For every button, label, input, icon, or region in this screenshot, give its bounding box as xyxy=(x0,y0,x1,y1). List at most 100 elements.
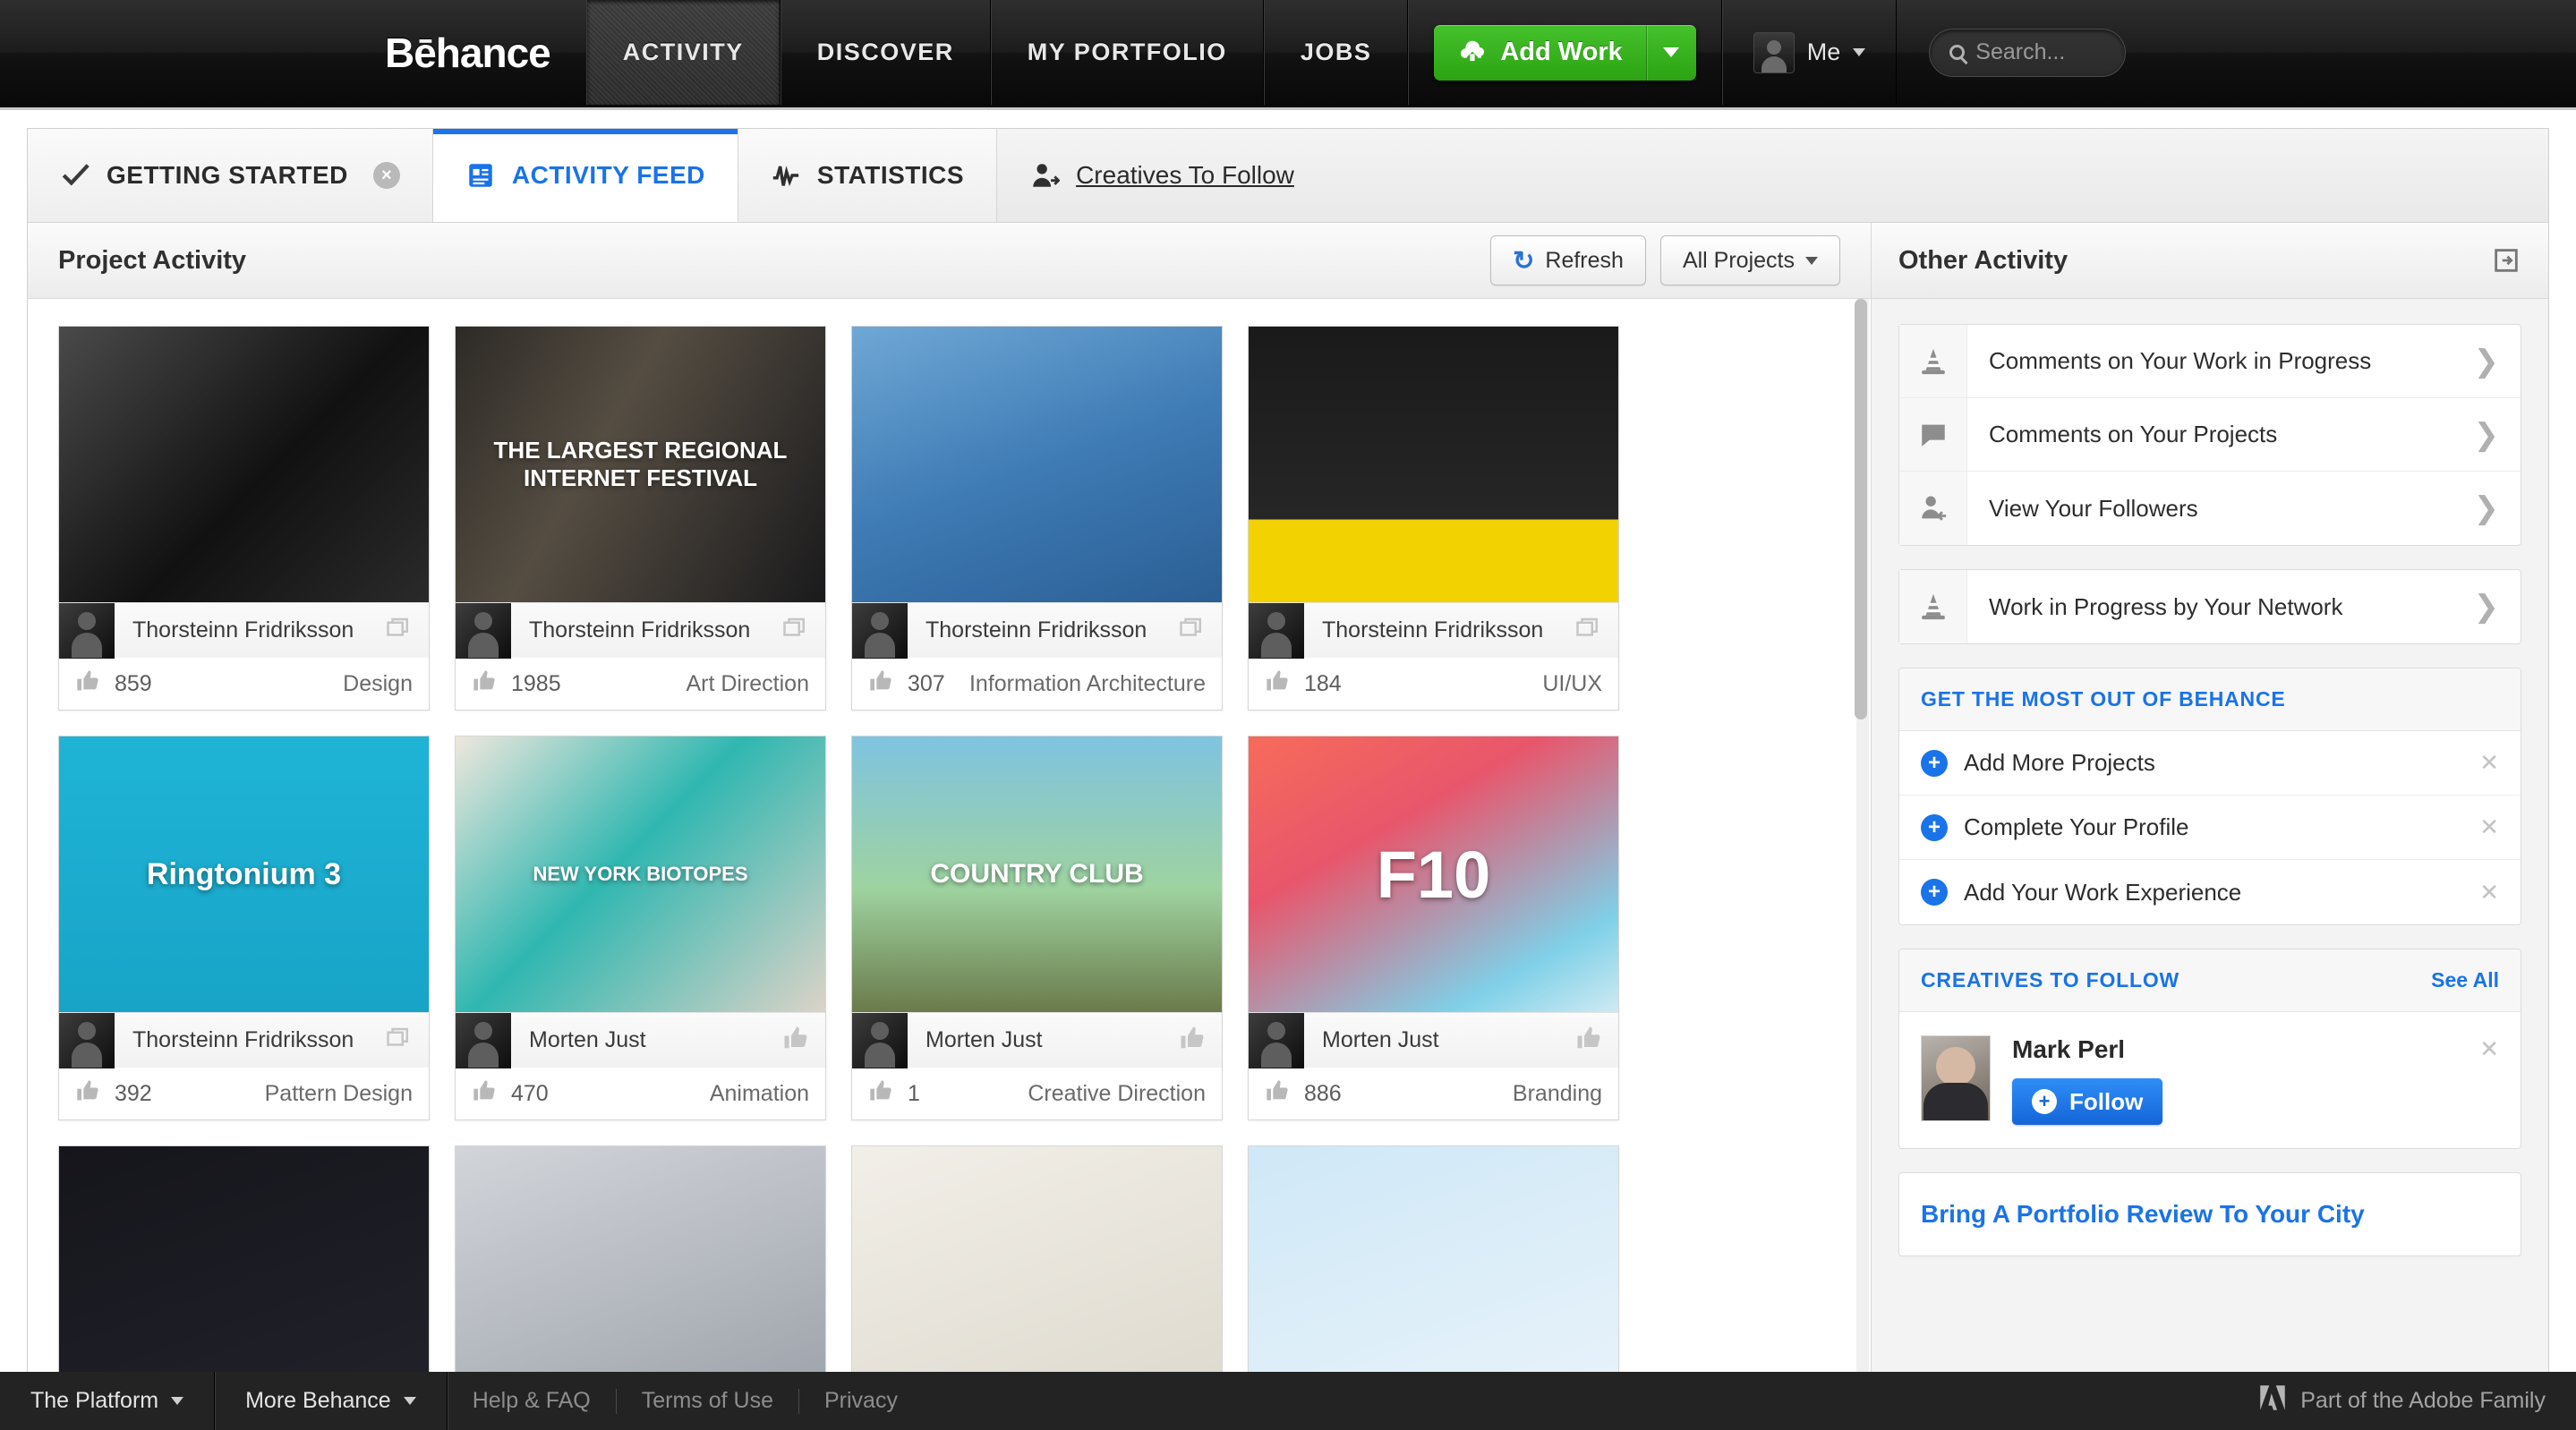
project-thumbnail[interactable]: THE LARGEST REGIONAL INTERNET FESTIVAL xyxy=(456,327,825,602)
project-card[interactable]: NEW YORK BIOTOPES Morten Just 470 Animation xyxy=(455,736,826,1120)
project-owner-row[interactable]: Thorsteinn Fridriksson xyxy=(852,602,1222,659)
project-thumbnail[interactable] xyxy=(1249,1146,1618,1372)
project-card[interactable]: Thorsteinn Fridriksson 859 Design xyxy=(58,326,430,711)
project-like-count: 307 xyxy=(908,670,945,696)
see-all-link[interactable]: See All xyxy=(2431,968,2499,992)
behance-logo[interactable]: Bēhance xyxy=(385,0,586,105)
content-area: Project Activity ↻ Refresh All Projects xyxy=(28,223,2548,1372)
nav-tab-my-portfolio[interactable]: MY PORTFOLIO xyxy=(990,0,1264,105)
get-most-item[interactable]: + Add More Projects ✕ xyxy=(1899,731,2521,796)
search-input[interactable]: Search... xyxy=(1929,28,2127,77)
other-activity-item-label: Comments on Your Work in Progress xyxy=(1989,347,2372,374)
project-thumbnail[interactable]: COUNTRY CLUB xyxy=(852,736,1222,1012)
scrollbar-track[interactable] xyxy=(1855,299,1869,1372)
close-icon[interactable]: ✕ xyxy=(2479,813,2499,841)
project-thumbnail[interactable] xyxy=(456,1146,825,1372)
project-thumbnail[interactable]: NEW YORK BIOTOPES xyxy=(456,736,825,1012)
project-thumbnail[interactable] xyxy=(852,1146,1222,1372)
project-cover-overlay: COUNTRY CLUB xyxy=(852,736,1222,1012)
project-card[interactable]: THE LARGEST REGIONAL INTERNET FESTIVAL Th… xyxy=(455,326,826,711)
all-projects-filter[interactable]: All Projects xyxy=(1659,235,1840,285)
project-card[interactable] xyxy=(455,1145,826,1372)
project-owner-row[interactable]: Thorsteinn Fridriksson xyxy=(456,602,825,659)
thumbs-up-icon xyxy=(472,1078,497,1110)
project-owner-row[interactable]: Morten Just xyxy=(1249,1012,1618,1068)
project-cover-text: NEW YORK BIOTOPES xyxy=(533,863,748,885)
close-icon[interactable]: ✕ xyxy=(2479,1035,2499,1063)
project-thumbnail[interactable]: Ringtonium 3 xyxy=(59,736,429,1012)
tab-statistics[interactable]: STATISTICS xyxy=(738,129,998,222)
nav-tab-discover[interactable]: DISCOVER xyxy=(780,0,991,105)
other-activity-column: Other Activity Comments on Your Work in … xyxy=(1872,223,2548,1372)
project-owner-row[interactable]: Thorsteinn Fridriksson xyxy=(1249,602,1618,659)
project-thumbnail[interactable]: F10 xyxy=(1249,736,1618,1012)
tab-creatives-to-follow[interactable]: Creatives To Follow xyxy=(997,129,1326,222)
thumbs-up-icon xyxy=(1265,1078,1290,1110)
avatar[interactable] xyxy=(1921,1035,1991,1121)
other-activity-item[interactable]: View Your Followers ❯ xyxy=(1899,472,2521,545)
nav-tab-jobs[interactable]: JOBS xyxy=(1263,0,1409,105)
chevron-down-icon xyxy=(403,1397,416,1405)
nav-tab-activity[interactable]: ACTIVITY xyxy=(585,0,780,105)
project-owner-name: Morten Just xyxy=(1322,1027,1439,1052)
project-field-label: Branding xyxy=(1512,1080,1602,1106)
project-like-count: 859 xyxy=(115,670,152,696)
project-owner-row[interactable]: Thorsteinn Fridriksson xyxy=(59,602,429,659)
close-icon[interactable]: ✕ xyxy=(2479,749,2499,777)
other-activity-item[interactable]: Work in Progress by Your Network ❯ xyxy=(1899,570,2521,643)
close-icon[interactable]: ✕ xyxy=(2479,879,2499,907)
project-cover-text: F10 xyxy=(1376,837,1491,912)
tab-getting-started[interactable]: GETTING STARTED × xyxy=(28,129,433,222)
other-activity-item-label: Comments on Your Projects xyxy=(1989,421,2278,447)
add-work-dropdown-button[interactable] xyxy=(1645,24,1696,81)
project-card[interactable]: Ringtonium 3 Thorsteinn Fridriksson 392 Pat… xyxy=(58,736,430,1120)
footer-more-behance-menu[interactable]: More Behance xyxy=(215,1372,448,1430)
project-owner-row[interactable]: Morten Just xyxy=(852,1012,1222,1068)
other-activity-title: Other Activity xyxy=(1898,245,2068,275)
project-thumbnail[interactable] xyxy=(59,1146,429,1372)
me-menu[interactable]: Me xyxy=(1721,0,1898,105)
project-card[interactable] xyxy=(58,1145,430,1372)
get-most-title: GET THE MOST OUT OF BEHANCE xyxy=(1921,687,2286,711)
project-card[interactable] xyxy=(1248,1145,1619,1372)
add-work-button[interactable]: Add Work xyxy=(1434,24,1696,81)
refresh-button[interactable]: ↻ Refresh xyxy=(1490,235,1646,285)
project-cover-text: Ringtonium 3 xyxy=(146,856,342,891)
footer-bar: The Platform More Behance Help & FAQ Ter… xyxy=(0,1372,2576,1430)
follow-button[interactable]: + Follow xyxy=(2012,1078,2163,1125)
portfolio-review-promo[interactable]: Bring A Portfolio Review To Your City xyxy=(1898,1172,2521,1256)
project-card[interactable]: Thorsteinn Fridriksson 184 UI/UX xyxy=(1248,326,1619,711)
project-owner-name: Thorsteinn Fridriksson xyxy=(529,617,751,643)
project-owner-row[interactable]: Morten Just xyxy=(456,1012,825,1068)
plus-circle-icon: + xyxy=(2032,1089,2057,1114)
footer-link-terms[interactable]: Terms of Use xyxy=(617,1372,798,1430)
thumbs-up-icon xyxy=(782,1025,809,1056)
project-like-count: 392 xyxy=(115,1080,152,1106)
main-column: Project Activity ↻ Refresh All Projects xyxy=(28,223,1872,1372)
creative-name[interactable]: Mark Perl xyxy=(2012,1035,2162,1064)
project-like-count: 886 xyxy=(1304,1080,1342,1106)
footer-link-privacy[interactable]: Privacy xyxy=(799,1372,923,1430)
project-card[interactable]: Thorsteinn Fridriksson 307 Information Arc… xyxy=(851,326,1223,711)
other-activity-item[interactable]: Comments on Your Projects ❯ xyxy=(1899,398,2521,472)
chevron-right-icon: ❯ xyxy=(2473,590,2500,624)
project-card[interactable]: COUNTRY CLUB Morten Just 1 Creative Directi… xyxy=(851,736,1223,1120)
footer-link-help[interactable]: Help & FAQ xyxy=(448,1372,616,1430)
project-owner-row[interactable]: Thorsteinn Fridriksson xyxy=(59,1012,429,1068)
other-activity-item[interactable]: Comments on Your Work in Progress ❯ xyxy=(1899,325,2521,398)
project-card[interactable] xyxy=(851,1145,1223,1372)
get-most-item[interactable]: + Add Your Work Experience ✕ xyxy=(1899,860,2521,924)
footer-the-platform-menu[interactable]: The Platform xyxy=(0,1372,216,1430)
expand-panel-icon[interactable] xyxy=(2491,245,2521,276)
project-grid: Thorsteinn Fridriksson 859 Design THE LARGE… xyxy=(58,326,1840,1120)
get-most-item[interactable]: + Complete Your Profile ✕ xyxy=(1899,796,2521,860)
project-card[interactable]: F10 Morten Just 886 Branding xyxy=(1248,736,1619,1120)
scrollbar-thumb[interactable] xyxy=(1855,299,1867,719)
project-field-label: Design xyxy=(343,670,413,696)
close-icon[interactable]: × xyxy=(372,162,400,189)
add-work-main[interactable]: Add Work xyxy=(1434,25,1645,81)
project-thumbnail[interactable] xyxy=(852,327,1222,602)
project-thumbnail[interactable] xyxy=(1249,327,1618,602)
tab-activity-feed[interactable]: ACTIVITY FEED xyxy=(432,129,738,222)
project-thumbnail[interactable] xyxy=(59,327,429,602)
